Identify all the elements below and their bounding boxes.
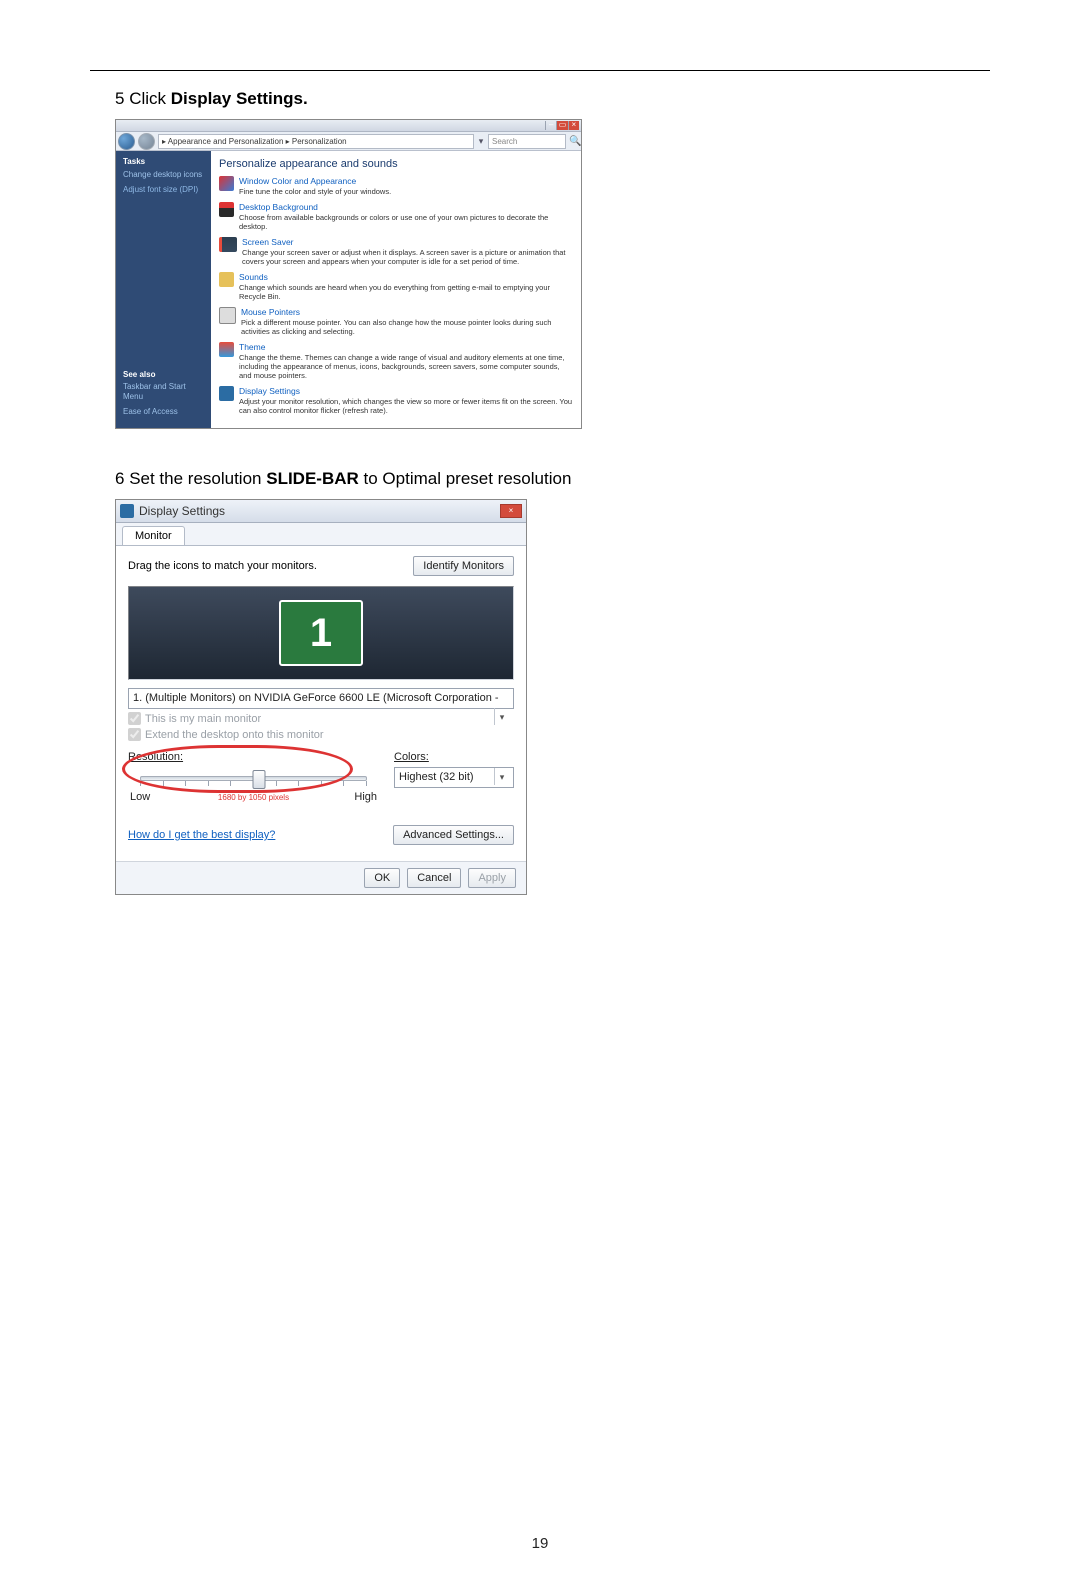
ds-title: Display Settings bbox=[139, 504, 225, 518]
link-mouse-pointers[interactable]: Mouse Pointers bbox=[241, 307, 300, 317]
apply-button: Apply bbox=[468, 868, 516, 888]
step-6-text: 6 Set the resolution SLIDE-BAR to Optima… bbox=[115, 469, 990, 489]
page-number: 19 bbox=[90, 1535, 990, 1582]
identify-monitors-button[interactable]: Identify Monitors bbox=[413, 556, 514, 576]
display-settings-window: Display Settings × Monitor Drag the icon… bbox=[115, 499, 527, 895]
slider-low: Low bbox=[130, 791, 150, 803]
ds-titlebar: Display Settings × bbox=[116, 500, 526, 523]
colors-label: Colors: bbox=[394, 751, 429, 763]
advanced-settings-button[interactable]: Advanced Settings... bbox=[393, 825, 514, 845]
chk-extend-desktop: Extend the desktop onto this monitor bbox=[128, 728, 514, 741]
monitor-1[interactable]: 1 bbox=[279, 600, 363, 666]
window-titlebar: –▭× bbox=[116, 120, 581, 132]
monitor-preview[interactable]: 1 bbox=[128, 586, 514, 680]
link-theme[interactable]: Theme bbox=[239, 342, 265, 352]
see-also-header: See also bbox=[123, 370, 206, 379]
chevron-down-icon: ▾ bbox=[494, 768, 509, 785]
sounds-icon bbox=[219, 272, 234, 287]
window-caption-buttons[interactable]: –▭× bbox=[545, 121, 579, 130]
chk-main-monitor: This is my main monitor bbox=[128, 712, 494, 725]
left-nav: Tasks Change desktop icons Adjust font s… bbox=[116, 151, 211, 428]
nav-forward-icon[interactable] bbox=[138, 133, 155, 150]
tab-monitor[interactable]: Monitor bbox=[122, 526, 185, 545]
background-icon bbox=[219, 202, 234, 217]
pane-title: Personalize appearance and sounds bbox=[219, 158, 573, 170]
personalization-window: –▭× ▸ Appearance and Personalization ▸ P… bbox=[115, 119, 582, 429]
nav-back-icon[interactable] bbox=[118, 133, 135, 150]
address-bar: ▸ Appearance and Personalization ▸ Perso… bbox=[116, 132, 581, 151]
step-5-text: 5 Click Display Settings. bbox=[115, 89, 990, 109]
color-icon bbox=[219, 176, 234, 191]
display-icon bbox=[219, 386, 234, 401]
left-link-taskbar[interactable]: Taskbar and Start Menu bbox=[123, 382, 206, 402]
ok-button[interactable]: OK bbox=[364, 868, 400, 888]
mouse-icon bbox=[219, 307, 236, 324]
link-window-color[interactable]: Window Color and Appearance bbox=[239, 176, 356, 186]
breadcrumb[interactable]: ▸ Appearance and Personalization ▸ Perso… bbox=[158, 134, 474, 149]
link-screen-saver[interactable]: Screen Saver bbox=[242, 237, 294, 247]
theme-icon bbox=[219, 342, 234, 357]
left-link-desktop-icons[interactable]: Change desktop icons bbox=[123, 170, 206, 180]
link-desktop-background[interactable]: Desktop Background bbox=[239, 202, 318, 212]
help-link[interactable]: How do I get the best display? bbox=[128, 829, 275, 841]
left-link-font-size[interactable]: Adjust font size (DPI) bbox=[123, 185, 206, 195]
tasks-header: Tasks bbox=[123, 157, 206, 166]
slider-high: High bbox=[354, 791, 377, 803]
cancel-button[interactable]: Cancel bbox=[407, 868, 461, 888]
display-icon bbox=[120, 504, 134, 518]
chevron-down-icon: ▾ bbox=[494, 708, 509, 725]
annotation-resolution-text: 1680 by 1050 pixels bbox=[218, 793, 289, 802]
screensaver-icon bbox=[219, 237, 237, 252]
window-caption-buttons[interactable]: × bbox=[500, 504, 522, 518]
tab-row: Monitor bbox=[116, 523, 526, 546]
left-link-ease-of-access[interactable]: Ease of Access bbox=[123, 407, 206, 417]
link-sounds[interactable]: Sounds bbox=[239, 272, 268, 282]
dialog-button-bar: OK Cancel Apply bbox=[116, 861, 526, 894]
drag-instruction: Drag the icons to match your monitors. bbox=[128, 560, 317, 572]
resolution-label: Resolution: bbox=[128, 751, 183, 763]
search-input[interactable]: Search bbox=[488, 134, 566, 149]
personalization-pane: Personalize appearance and sounds Window… bbox=[211, 151, 581, 428]
colors-dropdown[interactable]: Highest (32 bit) ▾ bbox=[394, 767, 514, 788]
link-display-settings[interactable]: Display Settings bbox=[239, 386, 300, 396]
monitor-dropdown[interactable]: 1. (Multiple Monitors) on NVIDIA GeForce… bbox=[128, 688, 514, 709]
resolution-slider[interactable] bbox=[128, 767, 379, 789]
